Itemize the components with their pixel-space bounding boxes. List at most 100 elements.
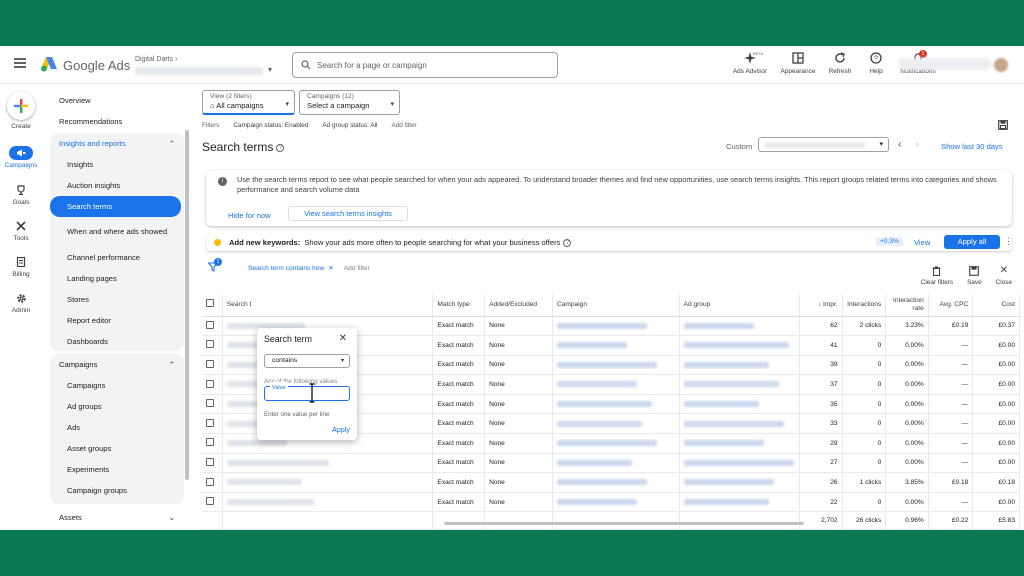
nav-item-channel-performance[interactable]: Channel performance (50, 247, 184, 268)
nav-item-auction-insights[interactable]: Auction insights (50, 175, 184, 196)
row-checkbox[interactable] (206, 399, 214, 408)
nav-item-dashboards[interactable]: Dashboards (50, 331, 184, 352)
nav-item-campaigns[interactable]: Campaigns (50, 375, 184, 396)
row-checkbox[interactable] (206, 477, 214, 486)
ad-group-redacted[interactable] (683, 381, 779, 388)
nav-item-report-editor[interactable]: Report editor (50, 310, 184, 331)
col-avg-cpc[interactable]: Avg. CPC (928, 294, 974, 317)
nav-item-when-where[interactable]: When and where ads showed (50, 217, 184, 247)
campaign-redacted[interactable] (556, 361, 657, 368)
nav-item-ads[interactable]: Ads (50, 417, 184, 438)
rail-admin[interactable]: Admin (0, 291, 42, 314)
filter-icon[interactable]: 1 (207, 258, 222, 274)
clear-filters-button[interactable]: Clear filters (921, 266, 953, 286)
ad-group-redacted[interactable] (683, 400, 759, 407)
account-dropdown-icon[interactable]: ▾ (268, 65, 272, 74)
nav-overview[interactable]: Overview (50, 90, 91, 111)
show-last-30-days-link[interactable]: Show last 30 days (941, 142, 1003, 151)
nav-insights-header[interactable]: Insights and reports ⌃ (50, 133, 184, 154)
nav-recommendations[interactable]: Recommendations (50, 111, 122, 132)
close-icon[interactable]: ✕ (339, 333, 347, 344)
col-interaction-rate[interactable]: Interaction rate (885, 294, 929, 317)
ad-group-redacted[interactable] (683, 459, 794, 466)
table-add-filter-link[interactable]: Add filter (344, 265, 370, 272)
ad-group-redacted[interactable] (683, 440, 764, 447)
row-checkbox[interactable] (206, 457, 214, 466)
add-filter-link[interactable]: Add filter (391, 122, 416, 129)
campaign-dropdown[interactable]: Campaigns (12) Select a campaign ▾ (299, 90, 400, 115)
chevron-left-icon[interactable]: ‹ (898, 139, 901, 150)
nav-item-experiments[interactable]: Experiments (50, 459, 184, 480)
nav-item-asset-groups[interactable]: Asset groups (50, 438, 184, 459)
rail-goals[interactable]: Goals (0, 183, 42, 206)
col-ad-group[interactable]: Ad group (679, 294, 801, 317)
nav-item-campaign-groups[interactable]: Campaign groups (50, 480, 184, 501)
table-row[interactable]: Exact match None 22 0 0.00% — £0.00 (202, 492, 1020, 513)
close-icon[interactable]: ✕ (328, 264, 334, 272)
view-insights-button[interactable]: View search terms insights (288, 206, 408, 221)
popup-apply-button[interactable]: Apply (332, 425, 350, 434)
ad-group-redacted[interactable] (683, 479, 774, 486)
value-input[interactable]: Value when (264, 382, 350, 403)
search-box[interactable]: Search for a page or campaign (292, 52, 558, 78)
date-range-dropdown[interactable]: ▾ (758, 137, 889, 152)
campaign-redacted[interactable] (556, 400, 652, 407)
nav-item-search-terms[interactable]: Search terms (50, 196, 181, 217)
row-checkbox[interactable] (206, 359, 214, 368)
avatar[interactable] (994, 58, 1008, 72)
nav-item-ad-groups[interactable]: Ad groups (50, 396, 184, 417)
col-campaign[interactable]: Campaign (552, 294, 680, 317)
account-name[interactable]: Digital Darts › (135, 56, 177, 63)
row-checkbox[interactable] (206, 320, 214, 329)
save-filter-button[interactable]: Save (967, 266, 982, 286)
help-button[interactable]: ? Help (858, 52, 894, 75)
table-row[interactable]: Exact match None 26 1 clicks 3.85% £0.18 £0.18 (202, 472, 1020, 493)
save-view-icon[interactable] (998, 120, 1008, 130)
chevron-right-icon[interactable]: › (915, 139, 918, 150)
filter-chip-search-term[interactable]: Search term contains how ✕ (248, 264, 334, 273)
campaign-redacted[interactable] (556, 381, 637, 388)
hide-for-now-link[interactable]: Hide for now (228, 211, 271, 220)
view-filter-dropdown[interactable]: View (2 filters) ⌂ All campaigns ▾ (202, 90, 295, 115)
nav-item-insights[interactable]: Insights (50, 154, 184, 175)
help-icon[interactable]: ? (276, 144, 285, 152)
ad-group-redacted[interactable] (683, 498, 769, 505)
more-vert-icon[interactable]: ⋮ (1004, 236, 1013, 247)
operator-select[interactable]: contains ▾ (264, 354, 350, 368)
ads-advisor-button[interactable]: BETA Ads Advisor (726, 51, 774, 75)
horizontal-scrollbar[interactable] (444, 522, 804, 525)
table-row[interactable]: Exact match None 27 0 0.00% — £0.00 (202, 453, 1020, 474)
nav-scrollbar[interactable] (185, 130, 189, 480)
campaign-redacted[interactable] (556, 342, 627, 349)
col-added-excluded[interactable]: Added/Excluded (484, 294, 553, 317)
row-checkbox[interactable] (206, 340, 214, 349)
campaign-redacted[interactable] (556, 440, 657, 447)
col-impressions[interactable]: ↓ Impr. (799, 294, 843, 317)
ad-group-redacted[interactable] (683, 361, 769, 368)
nav-item-stores[interactable]: Stores (50, 289, 184, 310)
col-match-type[interactable]: Match type (432, 294, 486, 317)
row-checkbox[interactable] (206, 497, 214, 506)
ad-group-redacted[interactable] (683, 322, 754, 329)
campaign-redacted[interactable] (556, 420, 642, 427)
nav-assets-header[interactable]: Assets ⌄ (50, 507, 184, 528)
campaign-redacted[interactable] (556, 459, 632, 466)
appearance-button[interactable]: Appearance (774, 52, 822, 75)
rail-tools[interactable]: Tools (0, 219, 42, 242)
campaign-redacted[interactable] (556, 498, 637, 505)
col-interactions[interactable]: Interactions (842, 294, 887, 317)
col-cost[interactable]: Cost (972, 294, 1020, 317)
campaign-redacted[interactable] (556, 479, 647, 486)
col-search-term[interactable]: Search t (222, 294, 434, 317)
keywords-view-link[interactable]: View (914, 238, 930, 247)
campaign-redacted[interactable] (556, 322, 647, 329)
help-icon[interactable]: ? (563, 238, 572, 247)
menu-icon[interactable] (14, 58, 26, 68)
nav-item-landing-pages[interactable]: Landing pages (50, 268, 184, 289)
ad-group-redacted[interactable] (683, 342, 789, 349)
refresh-button[interactable]: Refresh (822, 52, 858, 75)
row-checkbox[interactable] (206, 418, 214, 427)
row-checkbox[interactable] (206, 379, 214, 388)
rail-billing[interactable]: Billing (0, 255, 42, 278)
rail-campaigns[interactable]: Campaigns (0, 146, 42, 169)
